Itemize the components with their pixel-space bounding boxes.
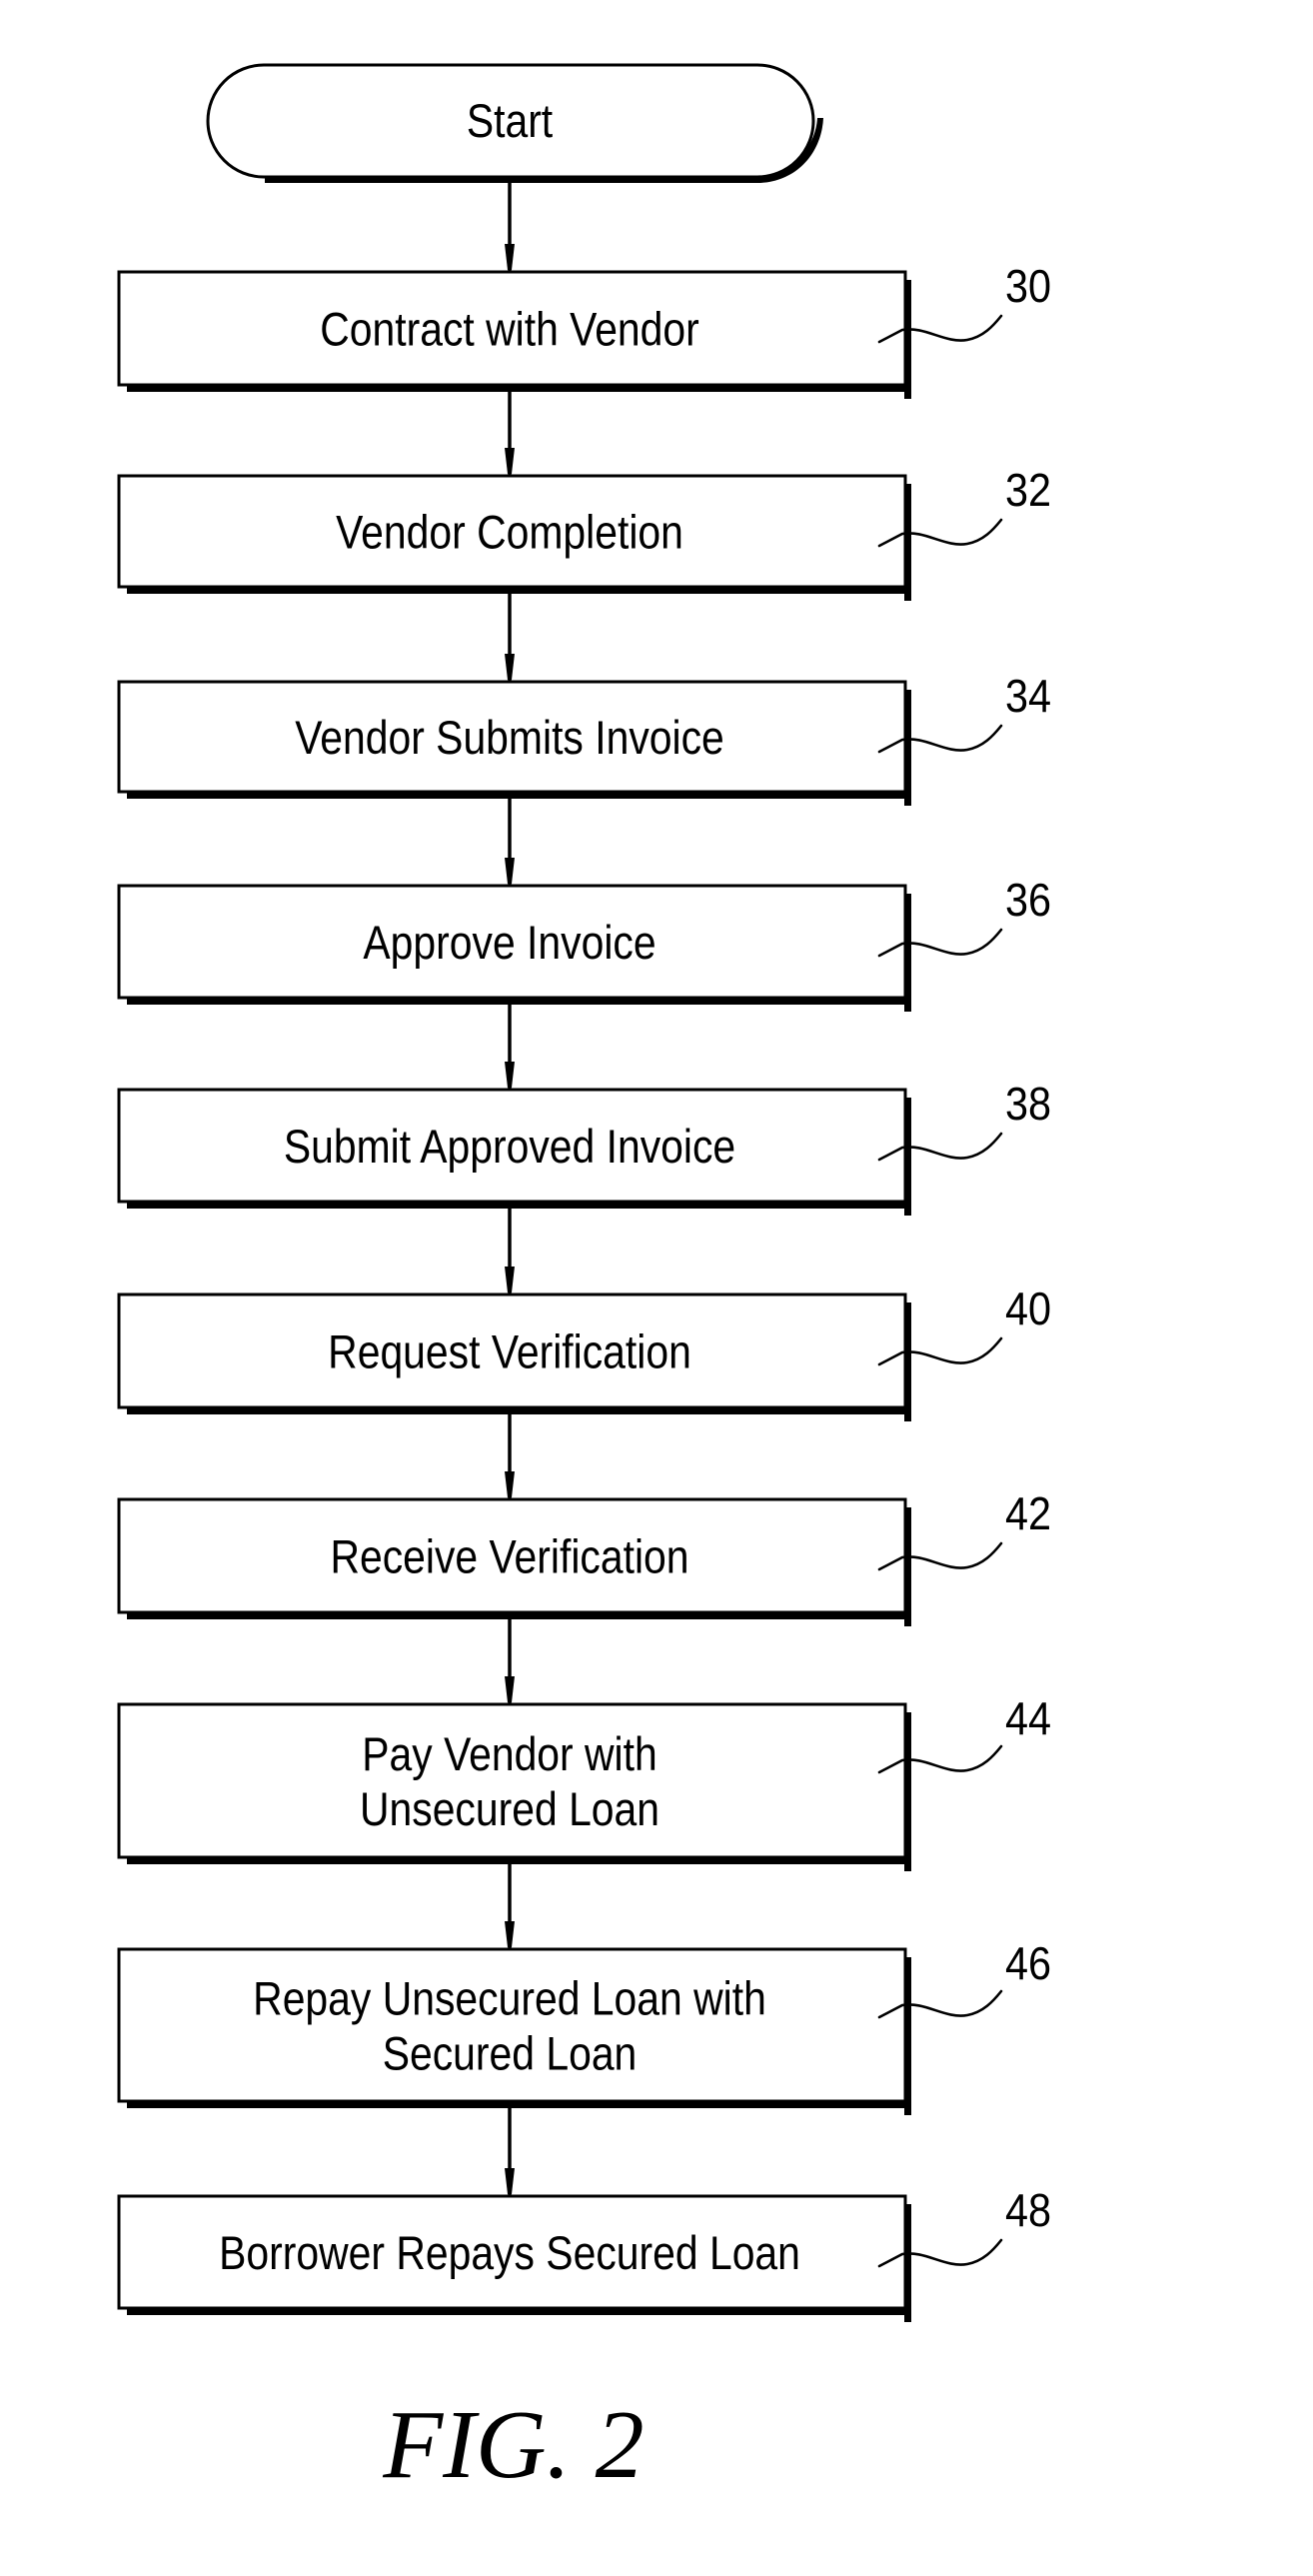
step-label-line: Vendor Completion <box>336 507 683 559</box>
arrow-head-icon <box>505 1267 515 1292</box>
reference-numeral: 46 <box>1005 1938 1051 1990</box>
reference-numeral: 40 <box>1005 1284 1051 1335</box>
step-label-line: Submit Approved Invoice <box>284 1121 735 1173</box>
arrow-head-icon <box>505 1676 515 1702</box>
reference-numeral: 44 <box>1005 1693 1051 1745</box>
process-step: Submit Approved Invoice 38 <box>117 1079 1051 1216</box>
arrow-head-icon <box>505 858 515 884</box>
step-label-line: Receive Verification <box>330 1531 688 1583</box>
process-step: Repay Unsecured Loan withSecured Loan 46 <box>117 1938 1051 2115</box>
step-label-line: Approve Invoice <box>363 917 656 969</box>
arrow-head-icon <box>505 1062 515 1088</box>
arrow-head-icon <box>505 654 515 680</box>
step-label-line: Unsecured Loan <box>360 1783 659 1835</box>
reference-numeral: 42 <box>1005 1488 1051 1540</box>
arrow-head-icon <box>505 1921 515 1947</box>
step-label-line: Secured Loan <box>383 2028 638 2080</box>
step-label-line: Request Verification <box>328 1326 691 1378</box>
reference-numeral: 38 <box>1005 1079 1051 1131</box>
reference-numeral: 32 <box>1005 465 1051 517</box>
step-label-line: Pay Vendor with <box>362 1728 656 1780</box>
reference-numeral: 30 <box>1005 261 1051 313</box>
flowchart-figure: Start Contract with Vendor 30 Vendor Compl… <box>117 63 1051 2499</box>
step-label-line: Vendor Submits Invoice <box>295 712 724 764</box>
process-step: Pay Vendor withUnsecured Loan 44 <box>117 1693 1051 1871</box>
process-step: Contract with Vendor 30 <box>117 261 1051 399</box>
arrow-head-icon <box>505 244 515 270</box>
figure-caption: FIG. 2 <box>382 2391 644 2499</box>
step-label-line: Contract with Vendor <box>320 304 699 356</box>
process-step: Request Verification 40 <box>117 1284 1051 1421</box>
process-step: Approve Invoice 36 <box>117 875 1051 1012</box>
reference-numeral: 34 <box>1005 671 1051 723</box>
reference-numeral: 36 <box>1005 875 1051 927</box>
arrow-head-icon <box>505 448 515 474</box>
step-label-line: Repay Unsecured Loan with <box>253 1973 766 2025</box>
arrow-head-icon <box>505 1471 515 1497</box>
process-step: Borrower Repays Secured Loan 48 <box>117 2185 1051 2322</box>
arrow-head-icon <box>505 2168 515 2194</box>
step-label-line: Borrower Repays Secured Loan <box>219 2227 800 2279</box>
start-label: Start <box>467 95 553 147</box>
process-step: Receive Verification 42 <box>117 1488 1051 1626</box>
process-step: Vendor Completion 32 <box>117 465 1051 601</box>
process-steps: Contract with Vendor 30 Vendor Completion 3… <box>117 261 1051 2322</box>
start-terminator: Start <box>206 63 823 183</box>
process-step: Vendor Submits Invoice 34 <box>117 671 1051 806</box>
reference-numeral: 48 <box>1005 2185 1051 2237</box>
